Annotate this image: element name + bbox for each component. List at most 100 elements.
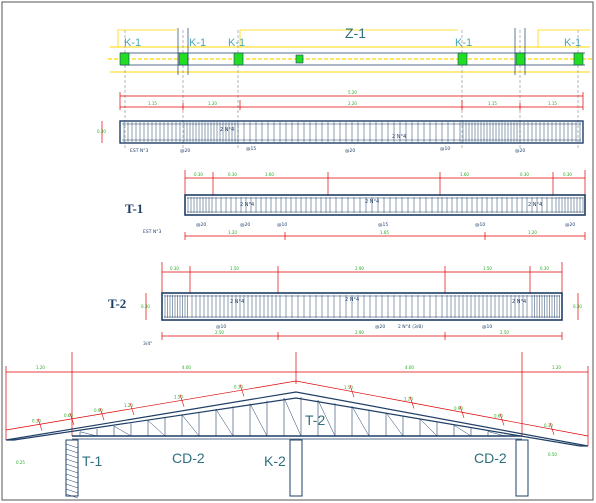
section-note: 3/4" (143, 341, 152, 347)
hatch-line (65, 448, 79, 454)
stirrup-label: EST N°3 (143, 229, 161, 235)
beam-elevation (161, 292, 563, 321)
dimension-text: 1.20 (208, 101, 217, 106)
truss-web (249, 403, 268, 437)
dimension-text: 0.30 (170, 266, 179, 271)
column-hatch (65, 443, 79, 499)
dimension-text: 1.20 (36, 365, 45, 370)
stirrup-label: @20 (345, 148, 355, 154)
stirrup-group (164, 295, 560, 318)
dimension-text: 0.30 (97, 129, 106, 134)
dimension-text: 0.30 (228, 172, 237, 177)
stirrup-label: @20 (240, 222, 250, 228)
column (295, 54, 304, 64)
stirrup-label: @20 (565, 222, 575, 228)
hatch-line (65, 473, 79, 479)
dimension-ticks (5, 352, 589, 446)
truss-web (147, 420, 166, 437)
slope-dimension-text: 0.90 (94, 408, 103, 413)
column-k (515, 439, 529, 497)
hatch-line (65, 488, 79, 494)
slope-dimension-text: 1.20 (404, 396, 413, 401)
hatch-line (65, 468, 79, 474)
slope-dimension-text: 0.30 (32, 419, 41, 424)
truss-web (181, 414, 200, 437)
dimension-text: 1.20 (228, 230, 237, 235)
stirrup-label: @10 (440, 146, 450, 152)
dimension-text: 1.60 (460, 172, 469, 177)
rebar-label: 2 N°4 (528, 202, 542, 208)
dimension-text: 0.50 (548, 452, 557, 457)
column (178, 52, 189, 66)
stirrup-label: @20 (196, 222, 206, 228)
element-label: T-2 (305, 412, 325, 428)
stirrup-label: @15 (246, 146, 256, 152)
hatch-line (65, 443, 79, 449)
rebar-label: 2 N°4 (220, 127, 234, 133)
hatch-line (65, 478, 79, 484)
column-label: K-1 (455, 37, 472, 49)
column (573, 52, 584, 66)
dimension-text: 0.30 (563, 172, 572, 177)
stirrup-label: @20 (515, 148, 525, 154)
stirrup-label: @20 (375, 324, 385, 330)
hatch-line (65, 453, 79, 459)
stirrup-label: @20 (180, 148, 190, 154)
dimension-text: 2.90 (355, 330, 364, 335)
dimension-text: 2.20 (348, 101, 357, 106)
dimension-text: 1.20 (528, 230, 537, 235)
slope-dimension-text: 1.20 (124, 403, 133, 408)
dimension-text: 0.25 (16, 460, 25, 465)
stirrup-label: @10 (475, 222, 485, 228)
hatch-line (65, 483, 79, 489)
dimension-text: 2.90 (355, 266, 364, 271)
stirrup-label: EST N°3 (130, 148, 148, 154)
dimension-text: 0.30 (194, 172, 203, 177)
dimension-text: 0.30 (141, 304, 150, 309)
column (457, 52, 468, 66)
column (119, 52, 130, 66)
dimension-text: 1.60 (265, 172, 274, 177)
hatch-line (65, 458, 79, 464)
truss-web (215, 409, 234, 437)
slope-dimension-text: 0.30 (234, 384, 243, 389)
dimension-text: 1.15 (488, 101, 497, 106)
hatch-line (65, 463, 79, 469)
stirrup-label: @10 (277, 222, 287, 228)
truss-web (351, 406, 370, 437)
slope-dimension-text: 1.50 (344, 385, 353, 390)
element-label: CD-2 (474, 450, 507, 466)
drawing-frame (1, 1, 594, 501)
rebar-label: 2 N°4 (230, 299, 244, 305)
slope-dimension-text: 0.60 (64, 413, 73, 418)
dimension-text: 2.50 (215, 330, 224, 335)
stirrup-label: @10 (482, 324, 492, 330)
dimension-text: 1.20 (552, 365, 561, 370)
beam-t2-detail: T-2 0.30 1.50 2.90 1.50 0.30 2 N°4 2 N°4… (108, 262, 582, 347)
rebar-label: 2 N°4 (392, 134, 406, 140)
plan-view: K-1 K-1 K-1 Z-1 K-1 K-1 5.20 1.15 1.20 2… (97, 25, 592, 154)
dimension-text: 2.50 (500, 330, 509, 335)
column (515, 52, 526, 66)
dimension-text: 4.00 (405, 365, 414, 370)
truss-web (113, 425, 132, 437)
rebar-label: 2 N°4 (240, 202, 254, 208)
stirrup-group (123, 122, 581, 142)
element-label: K-2 (264, 453, 286, 469)
column-label: K-1 (228, 37, 245, 49)
slope-dimension-text: 0.90 (454, 406, 463, 411)
column-label: K-1 (124, 37, 141, 49)
column-label: K-1 (189, 37, 206, 49)
dimension-text: 1.50 (483, 266, 492, 271)
roof-elevation: 1.20 4.00 4.00 1.20 0.30 0.60 0.90 1.20 1.50… (5, 352, 589, 499)
truss-web (283, 397, 302, 437)
dimension-text: 0.30 (520, 172, 529, 177)
slope-dimension-text: 0.60 (494, 413, 503, 418)
rebar-label: 2 N°4 (3/8) (398, 324, 423, 330)
beam-plan-label: Z-1 (345, 25, 366, 41)
dimension-text: 5.20 (348, 90, 357, 95)
element-label: CD-2 (172, 450, 205, 466)
column-k (289, 439, 303, 497)
structural-drawing: K-1 K-1 K-1 Z-1 K-1 K-1 5.20 1.15 1.20 2… (1, 1, 594, 501)
stirrup-label: @15 (378, 222, 388, 228)
